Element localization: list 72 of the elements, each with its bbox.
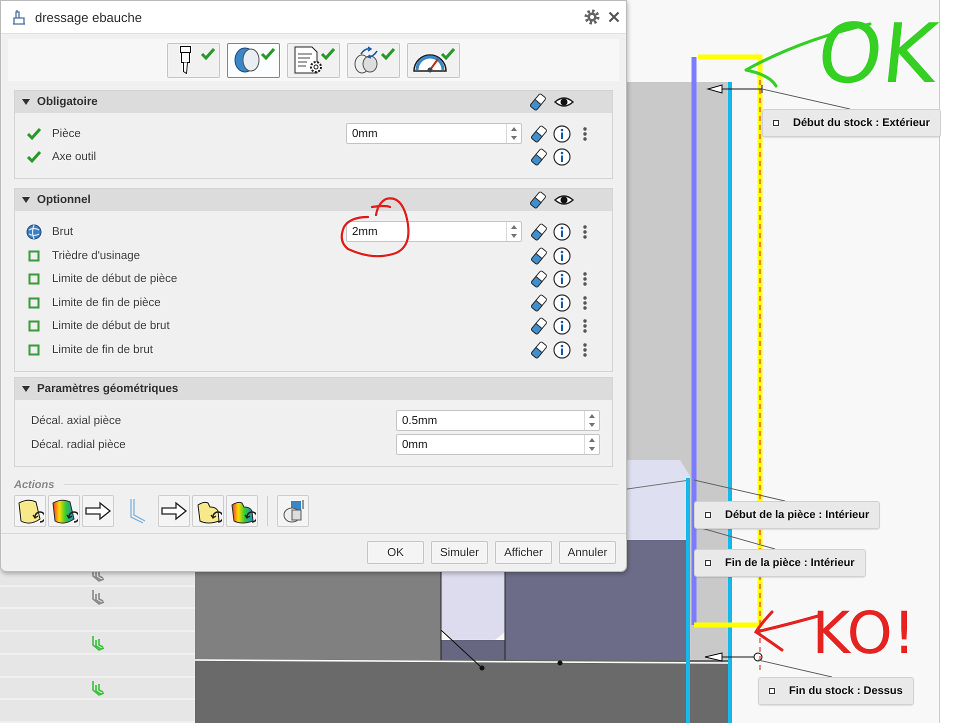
field-label: Décal. axial pièce [31, 414, 122, 427]
eye-icon[interactable] [554, 96, 574, 108]
action-button[interactable] [48, 494, 80, 527]
hand-drawn-arrow [754, 610, 820, 652]
info-icon[interactable] [553, 317, 571, 336]
row-label: Brut [52, 226, 74, 238]
row-label: Pièce [52, 128, 81, 140]
gradient-cone-icon [50, 496, 78, 525]
more-options-icon[interactable] [583, 126, 587, 141]
close-icon[interactable] [608, 11, 620, 23]
handwritten-note: OK [814, 14, 941, 96]
row-label: Axe outil [52, 151, 96, 164]
more-options-icon[interactable] [583, 224, 587, 239]
row-label: Limite de début de pièce [52, 273, 178, 286]
number-field[interactable]: 0mm [396, 434, 600, 456]
number-field[interactable]: 0mm [346, 123, 522, 144]
window-title: dressage ebauche [35, 10, 143, 24]
tab-button[interactable] [227, 42, 280, 78]
callout-text: Début du stock : Extérieur [793, 117, 930, 129]
row-label: Limite de début de brut [52, 320, 170, 332]
info-icon[interactable] [553, 246, 571, 265]
number-field[interactable]: 0.5mm [396, 410, 600, 432]
settings-icon[interactable] [584, 9, 600, 25]
cone-rotate-icon [16, 496, 44, 525]
action-button[interactable] [226, 494, 258, 527]
dimension-arrow [706, 84, 762, 94]
dialog-button[interactable]: OK [367, 541, 424, 564]
tool-holder-icon [180, 46, 191, 74]
more-options-icon[interactable] [583, 296, 587, 310]
callout-text: Fin du stock : Dessus [789, 685, 903, 697]
section-header[interactable]: Paramètres géométriques [15, 378, 612, 400]
square-icon [705, 512, 711, 518]
section-title: Paramètres géométriques [37, 382, 180, 395]
tab-button[interactable] [347, 42, 400, 78]
dialog-button[interactable]: Afficher [495, 541, 552, 564]
square-icon [769, 688, 775, 694]
number-field[interactable]: 2mm [346, 221, 522, 242]
more-options-icon[interactable] [583, 272, 587, 286]
callout-text: Début de la pièce : Intérieur [725, 509, 870, 521]
section-title: Obligatoire [37, 96, 99, 108]
callout-text: Fin de la pièce : Intérieur [725, 557, 855, 569]
row-label: Limite de fin de brut [52, 344, 154, 356]
tab-button[interactable] [407, 42, 460, 78]
square-icon [773, 120, 779, 126]
info-icon[interactable] [553, 124, 571, 143]
square-icon [705, 560, 711, 566]
action-button[interactable] [277, 494, 309, 527]
actions-label: Actions [14, 478, 54, 491]
machine-icon [11, 9, 27, 25]
info-icon[interactable] [553, 270, 571, 288]
section-header[interactable]: Optionnel [15, 189, 612, 212]
field-label: Décal. radial pièce [31, 438, 127, 451]
info-icon[interactable] [553, 148, 571, 166]
eye-icon[interactable] [554, 194, 574, 206]
row-label: Trièdre d'usinage [52, 250, 140, 262]
dialog-button[interactable]: Annuler [559, 541, 616, 564]
action-button[interactable] [192, 494, 224, 527]
tab-button[interactable] [287, 42, 340, 78]
info-icon[interactable] [553, 340, 571, 359]
dialog-button[interactable]: Simuler [431, 541, 488, 564]
more-options-icon[interactable] [583, 342, 587, 357]
action-button[interactable] [14, 494, 46, 527]
info-icon[interactable] [553, 222, 571, 241]
handwritten-note: KO! [812, 604, 916, 662]
section-title: Optionnel [37, 194, 92, 206]
action-button[interactable] [82, 494, 114, 527]
section-header[interactable]: Obligatoire [15, 91, 612, 113]
info-icon[interactable] [553, 294, 571, 312]
tab-button[interactable] [167, 42, 220, 78]
row-label: Limite de fin de pièce [52, 296, 161, 309]
action-button[interactable] [158, 494, 190, 527]
more-options-icon[interactable] [583, 319, 587, 334]
